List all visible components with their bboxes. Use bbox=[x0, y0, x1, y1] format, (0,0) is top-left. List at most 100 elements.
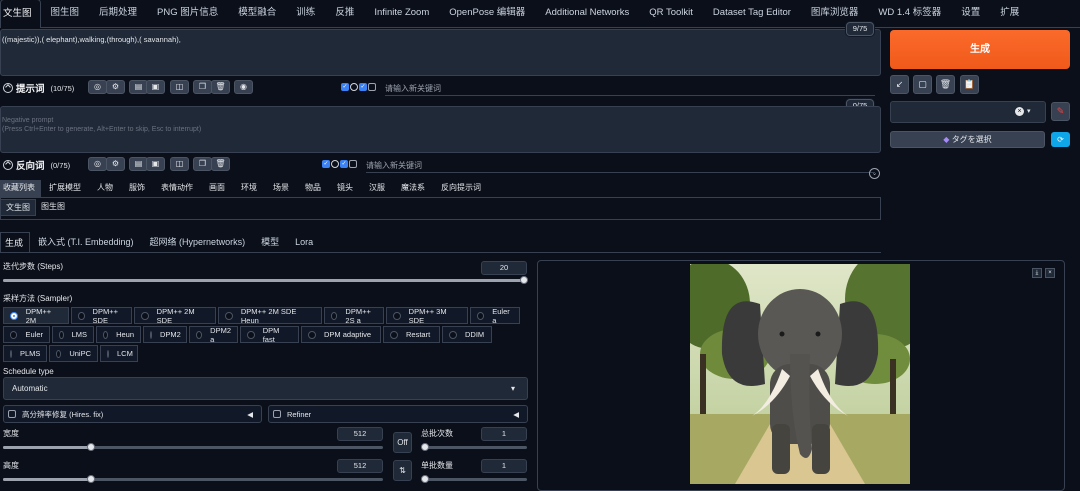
sampler-option[interactable]: DPM2 a bbox=[189, 326, 238, 344]
clipboard-icon[interactable]: 📋 bbox=[960, 75, 979, 94]
batch-count-slider[interactable] bbox=[421, 446, 527, 449]
category-tab[interactable]: 反向提示词 bbox=[433, 180, 489, 197]
sampler-option[interactable]: Restart bbox=[383, 326, 440, 343]
height-input[interactable]: 512 bbox=[337, 459, 383, 473]
category-tab[interactable]: 魔法系 bbox=[393, 180, 433, 197]
generate-button[interactable]: 生成 bbox=[890, 30, 1070, 69]
batch-size-input[interactable]: 1 bbox=[481, 459, 527, 473]
category-tab[interactable]: 人物 bbox=[89, 180, 121, 197]
settings-circle-icon[interactable]: ◉ bbox=[234, 80, 253, 94]
collapse-icon[interactable] bbox=[3, 83, 13, 93]
sampler-option[interactable]: DPM++ 2M SDE Heun bbox=[218, 307, 322, 325]
category-tab[interactable]: 扩展模型 bbox=[41, 180, 89, 197]
sampler-option[interactable]: Heun bbox=[96, 326, 141, 343]
check-icon[interactable]: ✓ bbox=[322, 160, 330, 168]
top-tab[interactable]: 扩展 bbox=[990, 0, 1029, 27]
sampler-option[interactable]: DPM adaptive bbox=[301, 326, 381, 343]
lower-tab[interactable]: 嵌入式 (T.I. Embedding) bbox=[30, 232, 142, 252]
sampler-option[interactable]: DPM2 bbox=[143, 326, 187, 343]
hires-fix-checkbox[interactable] bbox=[8, 410, 16, 418]
top-tab[interactable]: Additional Networks bbox=[535, 0, 639, 27]
trash-icon[interactable]: 🗑 bbox=[211, 80, 230, 94]
refiner-checkbox[interactable] bbox=[273, 410, 281, 418]
sampler-option[interactable]: UniPC bbox=[49, 345, 98, 362]
hires-fix-accordion[interactable]: 高分辨率修复 (Hires. fix) ◀ bbox=[3, 405, 262, 423]
top-tab[interactable]: 模型融合 bbox=[228, 0, 286, 27]
download-icon[interactable]: ⤓ bbox=[1032, 268, 1042, 278]
globe-icon[interactable]: ◎ bbox=[88, 80, 107, 94]
category-tab[interactable]: 环境 bbox=[233, 180, 265, 197]
sampler-option[interactable]: Euler a bbox=[470, 307, 520, 325]
gear-icon[interactable]: ⚙ bbox=[106, 157, 125, 171]
top-tab[interactable]: QR Toolkit bbox=[639, 0, 703, 27]
sampler-option[interactable]: DPM++ SDE bbox=[71, 307, 132, 325]
sampler-option[interactable]: DPM++ 2S a bbox=[324, 307, 384, 325]
lower-tab[interactable]: Lora bbox=[287, 232, 321, 252]
arrow-icon[interactable]: ↙ bbox=[890, 75, 909, 94]
generated-image[interactable] bbox=[690, 264, 910, 484]
lower-tab[interactable]: 超网络 (Hypernetworks) bbox=[142, 232, 254, 252]
clear-icon[interactable]: × bbox=[1015, 107, 1024, 116]
square-icon[interactable]: ▢ bbox=[913, 75, 932, 94]
check-icon[interactable]: ✓ bbox=[359, 83, 367, 91]
close-icon[interactable]: × bbox=[1045, 268, 1055, 278]
category-tab[interactable]: 场景 bbox=[265, 180, 297, 197]
height-slider-thumb[interactable] bbox=[87, 475, 95, 483]
prompt-keyword-input[interactable]: 请输入新关键词 bbox=[385, 83, 875, 96]
refiner-accordion[interactable]: Refiner ◀ bbox=[268, 405, 528, 423]
checkbox[interactable] bbox=[349, 160, 357, 168]
top-tab[interactable]: 训练 bbox=[286, 0, 325, 27]
timer-icon[interactable] bbox=[331, 160, 339, 168]
bookmark-icon[interactable]: ▣ bbox=[146, 80, 165, 94]
check-icon[interactable]: ✓ bbox=[340, 160, 348, 168]
top-tab[interactable]: Dataset Tag Editor bbox=[703, 0, 801, 27]
lower-tab[interactable]: 模型 bbox=[253, 232, 287, 252]
timer-icon[interactable] bbox=[350, 83, 358, 91]
category-tab[interactable]: 收藏列表 bbox=[0, 180, 41, 197]
gear-icon[interactable]: ⚙ bbox=[106, 80, 125, 94]
sampler-option[interactable]: PLMS bbox=[3, 345, 47, 362]
sampler-option[interactable]: DPM++ 3M SDE bbox=[386, 307, 468, 325]
category-tab[interactable]: 镜头 bbox=[329, 180, 361, 197]
trash-icon[interactable]: 🗑 bbox=[936, 75, 955, 94]
width-input[interactable]: 512 bbox=[337, 427, 383, 441]
batch-count-input[interactable]: 1 bbox=[481, 427, 527, 441]
copy-icon[interactable]: ❐ bbox=[193, 157, 212, 171]
top-tab[interactable]: 文生图 bbox=[0, 0, 41, 28]
top-tab[interactable]: PNG 图片信息 bbox=[147, 0, 228, 27]
batch-size-thumb[interactable] bbox=[421, 475, 429, 483]
sampler-option[interactable]: DPM++ 2M SDE bbox=[134, 307, 216, 325]
lower-tab[interactable]: 生成 bbox=[0, 232, 31, 252]
swap-icon[interactable]: ⇅ bbox=[393, 460, 412, 481]
tag-select-button[interactable]: ◆ タグを選択 bbox=[890, 131, 1045, 148]
top-tab[interactable]: 反推 bbox=[325, 0, 364, 27]
batch-count-thumb[interactable] bbox=[421, 443, 429, 451]
steps-slider-thumb[interactable] bbox=[520, 276, 528, 284]
translate-icon[interactable]: ◫ bbox=[170, 157, 189, 171]
brush-icon[interactable]: ✎ bbox=[1051, 102, 1070, 121]
category-tab[interactable]: 汉服 bbox=[361, 180, 393, 197]
sampler-option[interactable]: DPM fast bbox=[240, 326, 299, 344]
off-button[interactable]: Off bbox=[393, 432, 412, 453]
sampler-option[interactable]: LCM bbox=[100, 345, 138, 362]
sampler-option[interactable]: DDIM bbox=[442, 326, 492, 343]
top-tab[interactable]: OpenPose 编辑器 bbox=[439, 0, 535, 27]
top-tab[interactable]: WD 1.4 标签器 bbox=[868, 0, 951, 27]
category-tab[interactable]: 画面 bbox=[201, 180, 233, 197]
category-tab[interactable]: 物品 bbox=[297, 180, 329, 197]
sampler-option[interactable]: DPM++ 2M bbox=[3, 307, 69, 325]
sampler-option[interactable]: Euler bbox=[3, 326, 50, 343]
bookmark-icon[interactable]: ▣ bbox=[146, 157, 165, 171]
refresh-icon[interactable]: ⟳ bbox=[1051, 132, 1070, 147]
translate-icon[interactable]: ◫ bbox=[170, 80, 189, 94]
top-tab[interactable]: Infinite Zoom bbox=[364, 0, 439, 27]
category-tab[interactable]: 服饰 bbox=[121, 180, 153, 197]
negative-keyword-input[interactable]: 请输入新关键词 bbox=[366, 160, 875, 173]
width-slider-thumb[interactable] bbox=[87, 443, 95, 451]
collapse-icon[interactable] bbox=[3, 160, 13, 170]
expand-icon[interactable]: ⌄ bbox=[869, 168, 880, 179]
steps-input[interactable]: 20 bbox=[481, 261, 527, 275]
copy-icon[interactable]: ❐ bbox=[193, 80, 212, 94]
trash-icon[interactable]: 🗑 bbox=[211, 157, 230, 171]
category-tab[interactable]: 表情动作 bbox=[153, 180, 201, 197]
